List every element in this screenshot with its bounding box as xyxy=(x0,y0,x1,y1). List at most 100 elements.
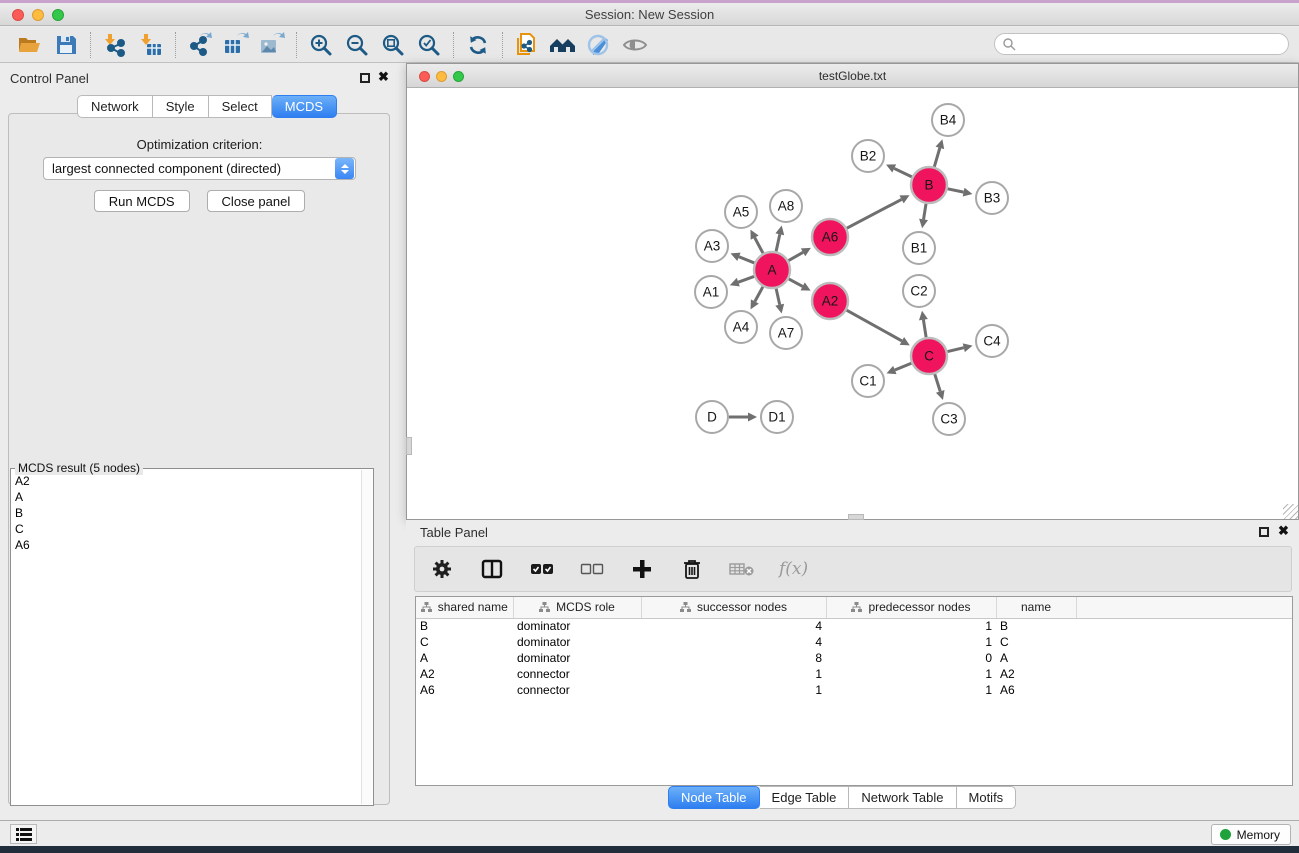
graph-node-D[interactable]: D xyxy=(696,401,728,433)
zoom-fit-icon[interactable] xyxy=(375,30,411,60)
graph-node-C2[interactable]: C2 xyxy=(903,275,935,307)
table-close-icon[interactable]: ✖ xyxy=(1278,523,1289,539)
network-canvas[interactable]: B4B2BB3A8A5A6A3B1AA1C2A2A4A7C4CC1DD1C3 xyxy=(407,88,1298,518)
edge-C-C1[interactable] xyxy=(895,363,912,370)
graph-node-A1[interactable]: A1 xyxy=(695,276,727,308)
graph-node-B4[interactable]: B4 xyxy=(932,104,964,136)
graph-node-A[interactable]: A xyxy=(754,252,790,288)
mcds-result-item[interactable]: B xyxy=(15,505,359,521)
save-session-icon[interactable] xyxy=(48,30,84,60)
graph-node-C[interactable]: C xyxy=(911,338,947,374)
edge-C-C3[interactable] xyxy=(935,374,940,391)
show-view-eye-icon[interactable] xyxy=(617,30,653,60)
graph-node-A6[interactable]: A6 xyxy=(812,219,848,255)
edge-C-C2[interactable] xyxy=(923,320,926,338)
home-view-icon[interactable] xyxy=(545,30,581,60)
graph-node-A5[interactable]: A5 xyxy=(725,196,757,228)
criterion-dropdown[interactable]: largest connected component (directed) xyxy=(43,157,356,180)
export-network-icon[interactable] xyxy=(182,30,218,60)
column-header-shared-name[interactable]: shared name xyxy=(416,597,513,618)
zoom-selected-icon[interactable] xyxy=(411,30,447,60)
edge-B-B2[interactable] xyxy=(894,168,912,176)
graph-node-C4[interactable]: C4 xyxy=(976,325,1008,357)
add-column-icon[interactable] xyxy=(629,554,655,584)
duplicate-network-icon[interactable] xyxy=(509,30,545,60)
column-header-predecessor-nodes[interactable]: predecessor nodes xyxy=(826,597,996,618)
graph-node-B3[interactable]: B3 xyxy=(976,182,1008,214)
export-image-icon[interactable] xyxy=(254,30,290,60)
import-table-icon[interactable] xyxy=(133,30,169,60)
edge-A-A6[interactable] xyxy=(789,252,804,260)
graph-node-B2[interactable]: B2 xyxy=(852,140,884,172)
graph-node-A3[interactable]: A3 xyxy=(696,230,728,262)
edge-A-A4[interactable] xyxy=(755,287,763,302)
edge-A-A3[interactable] xyxy=(739,257,754,263)
zoom-in-icon[interactable] xyxy=(303,30,339,60)
tab-network[interactable]: Network xyxy=(77,95,153,118)
graph-node-B[interactable]: B xyxy=(911,167,947,203)
graph-node-A7[interactable]: A7 xyxy=(770,317,802,349)
hide-labels-icon[interactable] xyxy=(581,30,617,60)
function-builder-icon[interactable]: f(x) xyxy=(779,554,808,584)
edge-C-C4[interactable] xyxy=(947,348,963,352)
delete-column-trash-icon[interactable] xyxy=(679,554,705,584)
graph-node-A2[interactable]: A2 xyxy=(812,283,848,319)
open-file-icon[interactable] xyxy=(12,30,48,60)
export-table-icon[interactable] xyxy=(218,30,254,60)
tab-motifs[interactable]: Motifs xyxy=(957,786,1017,809)
mcds-result-item[interactable]: A xyxy=(15,489,359,505)
mcds-result-item[interactable]: A2 xyxy=(15,473,359,489)
tab-style[interactable]: Style xyxy=(153,95,209,118)
split-panel-icon[interactable] xyxy=(479,554,505,584)
table-settings-gear-icon[interactable] xyxy=(429,554,455,584)
table-row[interactable]: Bdominator41B xyxy=(416,618,1292,634)
mcds-result-item[interactable]: C xyxy=(15,521,359,537)
memory-button[interactable]: Memory xyxy=(1211,824,1291,845)
edge-A-A7[interactable] xyxy=(776,289,780,305)
mcds-result-item[interactable]: A6 xyxy=(15,537,359,553)
graph-node-A8[interactable]: A8 xyxy=(770,190,802,222)
column-header-successor-nodes[interactable]: successor nodes xyxy=(641,597,826,618)
float-panel-icon[interactable] xyxy=(360,73,370,83)
deselect-all-checkboxes-icon[interactable] xyxy=(579,554,605,584)
close-panel-icon[interactable]: ✖ xyxy=(378,69,389,85)
graph-node-A4[interactable]: A4 xyxy=(725,311,757,343)
edge-A2-C[interactable] xyxy=(847,310,902,341)
tab-select[interactable]: Select xyxy=(209,95,272,118)
tab-mcds[interactable]: MCDS xyxy=(272,95,337,118)
edge-A-A1[interactable] xyxy=(738,276,754,282)
zoom-out-icon[interactable] xyxy=(339,30,375,60)
edge-A-A8[interactable] xyxy=(776,234,780,251)
edge-B-B1[interactable] xyxy=(924,204,926,220)
column-header-name[interactable]: name xyxy=(996,597,1076,618)
run-mcds-button[interactable]: Run MCDS xyxy=(94,190,190,212)
delete-table-icon[interactable] xyxy=(729,554,755,584)
close-panel-button[interactable]: Close panel xyxy=(207,190,306,212)
node-table[interactable]: shared nameMCDS rolesuccessor nodesprede… xyxy=(415,596,1293,786)
tab-edge-table[interactable]: Edge Table xyxy=(760,786,850,809)
table-row[interactable]: A6connector11A6 xyxy=(416,682,1292,698)
task-history-button[interactable] xyxy=(10,824,37,844)
edge-A-A2[interactable] xyxy=(789,279,803,286)
edge-B-B4[interactable] xyxy=(934,148,940,167)
graph-node-B1[interactable]: B1 xyxy=(903,232,935,264)
column-header-MCDS-role[interactable]: MCDS role xyxy=(513,597,641,618)
edge-A-A5[interactable] xyxy=(755,238,763,254)
select-all-checkboxes-icon[interactable] xyxy=(529,554,555,584)
table-row[interactable]: Cdominator41C xyxy=(416,634,1292,650)
search-input[interactable] xyxy=(994,33,1289,55)
graph-node-C3[interactable]: C3 xyxy=(933,403,965,435)
left-splitter-grip[interactable] xyxy=(406,437,412,455)
table-float-icon[interactable] xyxy=(1259,527,1269,537)
edge-A6-B[interactable] xyxy=(847,199,902,228)
table-row[interactable]: A2connector11A2 xyxy=(416,666,1292,682)
window-resize-grip[interactable] xyxy=(1283,504,1298,519)
import-network-icon[interactable] xyxy=(97,30,133,60)
graph-node-D1[interactable]: D1 xyxy=(761,401,793,433)
edge-B-B3[interactable] xyxy=(948,189,964,192)
tab-network-table[interactable]: Network Table xyxy=(849,786,956,809)
tab-node-table[interactable]: Node Table xyxy=(668,786,760,809)
result-scrollbar[interactable] xyxy=(361,470,372,804)
table-row[interactable]: Adominator80A xyxy=(416,650,1292,666)
refresh-view-icon[interactable] xyxy=(460,30,496,60)
